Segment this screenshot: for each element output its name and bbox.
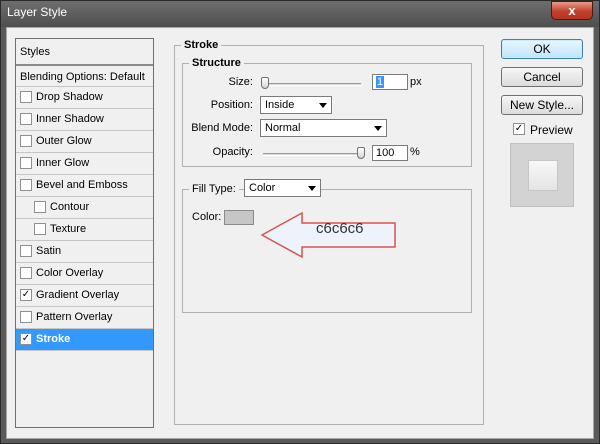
style-item-checkbox[interactable] <box>20 135 32 147</box>
style-item-checkbox[interactable] <box>20 267 32 279</box>
color-callout: c6c6c6 <box>260 211 400 261</box>
ok-button[interactable]: OK <box>501 39 583 59</box>
chevron-down-icon <box>374 126 382 131</box>
blending-options-label: Blending Options: Default <box>20 71 145 83</box>
style-item-label: Contour <box>50 201 90 213</box>
chevron-down-icon <box>319 103 327 108</box>
position-value: Inside <box>265 99 295 111</box>
color-label: Color: <box>192 211 222 223</box>
style-item-checkbox[interactable] <box>34 201 46 213</box>
styles-header[interactable]: Styles <box>16 39 153 65</box>
fill-type-select[interactable]: Color <box>244 179 321 197</box>
preview-swatch <box>528 160 558 191</box>
style-item-checkbox[interactable] <box>20 157 32 169</box>
style-item-inner-glow[interactable]: Inner Glow <box>16 153 153 175</box>
blend-mode-value: Normal <box>265 122 301 134</box>
style-item-checkbox[interactable] <box>20 245 32 257</box>
style-preview <box>510 143 574 207</box>
new-style-label: New Style... <box>509 98 575 112</box>
position-select[interactable]: Inside <box>260 96 332 114</box>
style-item-label: Pattern Overlay <box>36 311 113 323</box>
style-item-label: Stroke <box>36 333 71 345</box>
style-item-label: Outer Glow <box>36 135 92 147</box>
style-item-checkbox[interactable] <box>20 179 32 191</box>
structure-title: Structure <box>189 57 244 69</box>
blend-mode-label: Blend Mode: <box>191 122 253 134</box>
fill-type-label: Fill Type: <box>189 183 239 195</box>
style-item-texture[interactable]: Texture <box>16 219 153 241</box>
fill-type-value: Color <box>249 182 276 194</box>
style-item-contour[interactable]: Contour <box>16 197 153 219</box>
style-item-drop-shadow[interactable]: Drop Shadow <box>16 87 153 109</box>
style-items: Drop Shadow Inner Shadow Outer Glow Inner G… <box>16 87 153 351</box>
size-slider-thumb[interactable] <box>261 77 269 89</box>
style-item-label: Inner Glow <box>36 157 90 169</box>
style-item-stroke[interactable]: ✓ Stroke <box>16 329 153 351</box>
window-title: Layer Style <box>7 5 68 19</box>
style-item-label: Color Overlay <box>36 267 104 279</box>
size-unit: px <box>410 76 422 88</box>
style-item-outer-glow[interactable]: Outer Glow <box>16 131 153 153</box>
style-item-label: Texture <box>50 223 87 235</box>
style-item-label: Satin <box>36 245 62 257</box>
chevron-down-icon <box>308 186 316 191</box>
title-bar[interactable]: Layer Style x <box>1 1 599 27</box>
size-value: 1 <box>376 76 385 88</box>
color-swatch[interactable] <box>224 210 254 225</box>
style-item-checkbox[interactable] <box>20 311 32 323</box>
new-style-button[interactable]: New Style... <box>501 95 583 115</box>
blend-mode-select[interactable]: Normal <box>260 119 387 137</box>
style-item-checkbox[interactable]: ✓ <box>20 289 32 301</box>
stroke-section-title: Stroke <box>181 39 222 51</box>
style-item-satin[interactable]: Satin <box>16 241 153 263</box>
style-item-checkbox[interactable] <box>20 91 32 103</box>
dialog-client: Styles Blending Options: Default Drop Sh… <box>6 27 594 439</box>
opacity-slider[interactable] <box>263 153 361 156</box>
close-icon: x <box>568 3 576 18</box>
cancel-button[interactable]: Cancel <box>501 67 583 87</box>
structure-group: Structure Size: 1 px Position: Inside Bl… <box>182 57 472 167</box>
style-item-label: Drop Shadow <box>36 91 103 103</box>
style-item-bevel-and-emboss[interactable]: Bevel and Emboss <box>16 175 153 197</box>
style-item-gradient-overlay[interactable]: ✓ Gradient Overlay <box>16 285 153 307</box>
blending-options-item[interactable]: Blending Options: Default <box>16 65 153 87</box>
style-item-label: Inner Shadow <box>36 113 104 125</box>
close-button[interactable]: x <box>551 1 593 20</box>
opacity-slider-thumb[interactable] <box>357 147 365 159</box>
opacity-input[interactable]: 100 <box>372 145 408 161</box>
style-item-checkbox[interactable]: ✓ <box>20 333 32 345</box>
position-label: Position: <box>210 99 253 111</box>
ok-label: OK <box>533 42 551 56</box>
opacity-unit: % <box>410 146 420 158</box>
style-item-checkbox[interactable] <box>20 113 32 125</box>
cancel-label: Cancel <box>523 70 561 84</box>
callout-text: c6c6c6 <box>316 220 364 237</box>
styles-list: Styles Blending Options: Default Drop Sh… <box>15 38 154 428</box>
size-slider[interactable] <box>263 83 361 86</box>
style-item-pattern-overlay[interactable]: Pattern Overlay <box>16 307 153 329</box>
preview-label: Preview <box>530 123 573 137</box>
style-item-label: Bevel and Emboss <box>36 179 128 191</box>
style-item-checkbox[interactable] <box>34 223 46 235</box>
style-item-inner-shadow[interactable]: Inner Shadow <box>16 109 153 131</box>
style-item-label: Gradient Overlay <box>36 289 120 301</box>
layer-style-window: Layer Style x Styles Blending Options: D… <box>0 0 600 444</box>
preview-checkbox[interactable]: ✓ <box>513 123 525 135</box>
opacity-label: Opacity: <box>212 146 253 158</box>
size-label: Size: <box>228 76 253 88</box>
opacity-value: 100 <box>376 147 395 159</box>
style-item-color-overlay[interactable]: Color Overlay <box>16 263 153 285</box>
size-input[interactable]: 1 <box>372 74 408 90</box>
